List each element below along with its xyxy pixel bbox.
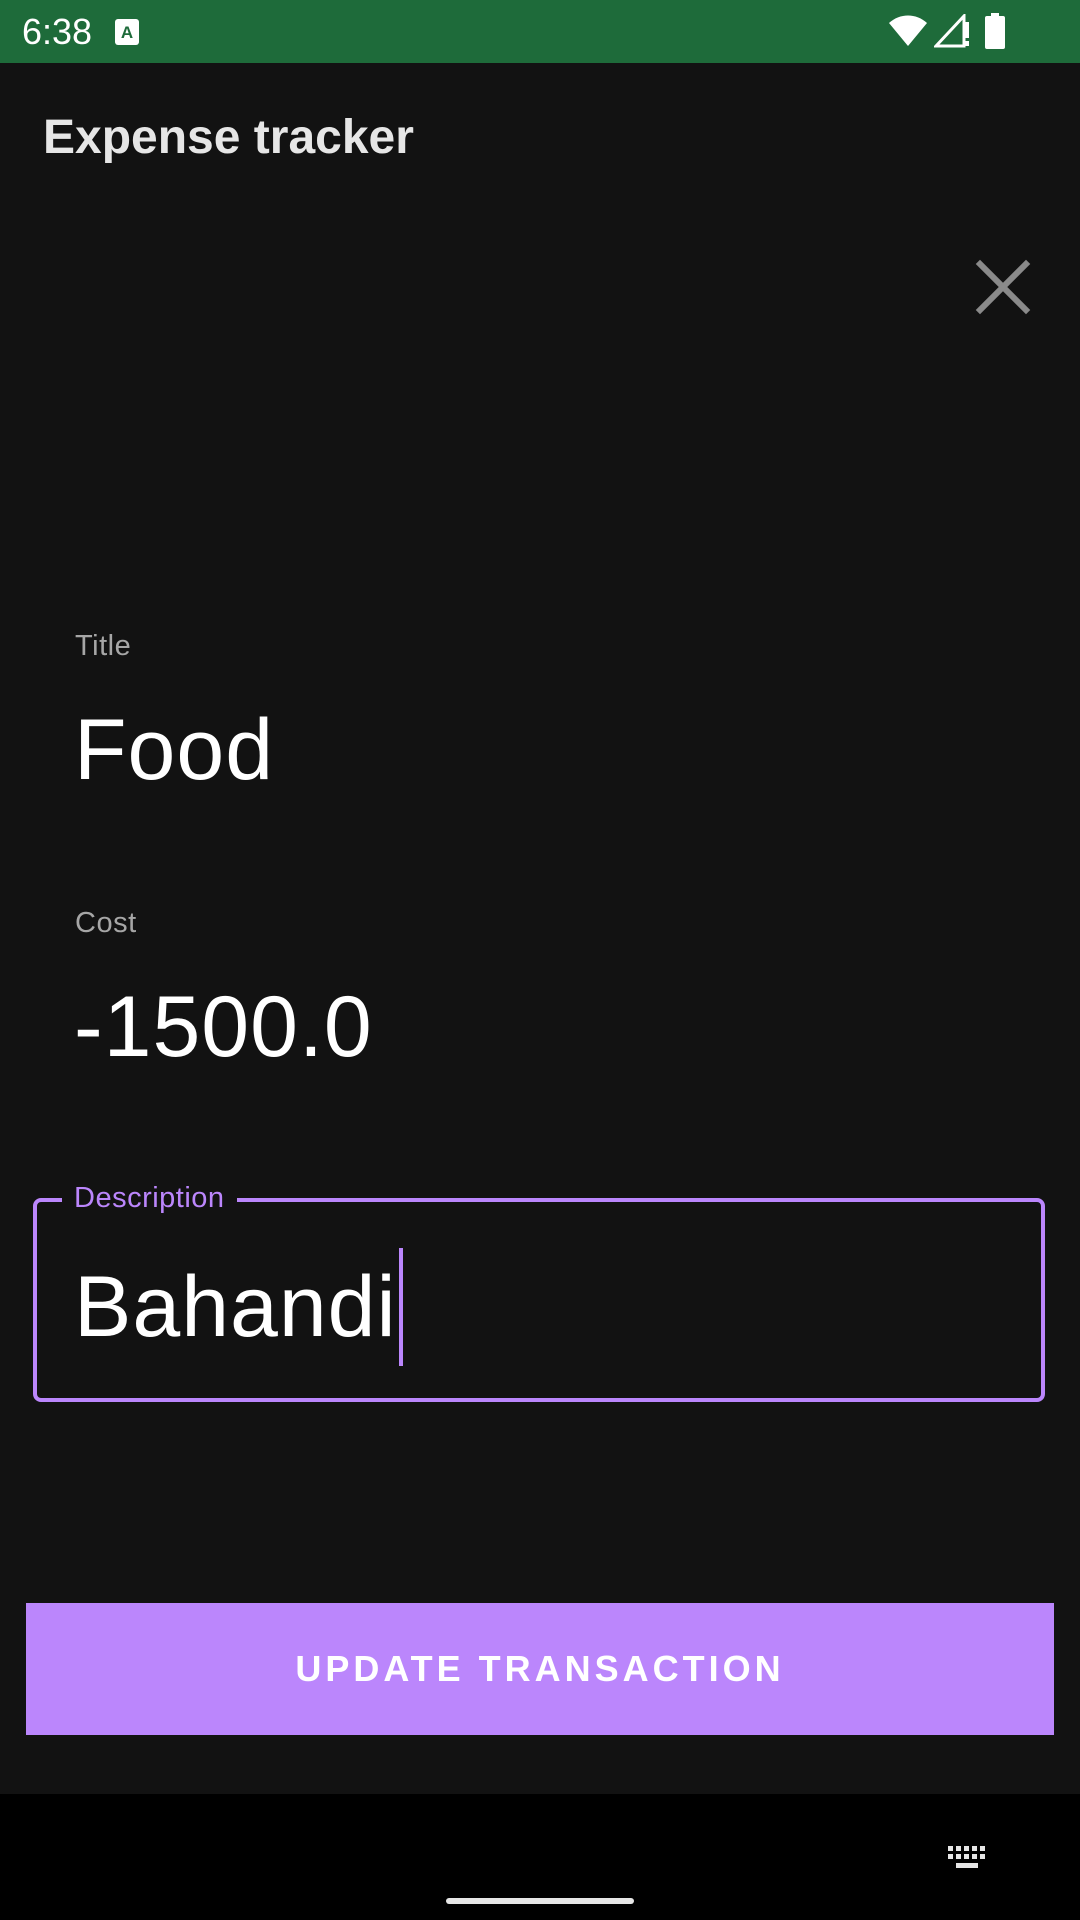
keyboard-icon[interactable] xyxy=(946,1844,988,1872)
text-cursor xyxy=(398,1248,403,1366)
description-field-label: Description xyxy=(62,1180,237,1216)
app-title: Expense tracker xyxy=(43,111,414,164)
cost-field[interactable]: -1500.0 xyxy=(74,977,373,1077)
description-input[interactable]: Bahandi xyxy=(74,1248,403,1366)
cost-field-label: Cost xyxy=(75,907,137,939)
status-time: 6:38 xyxy=(22,11,93,52)
close-icon[interactable] xyxy=(966,250,1040,324)
signal-icon xyxy=(934,14,969,48)
update-transaction-label: UPDATE TRANSACTION xyxy=(295,1648,785,1689)
svg-text:A: A xyxy=(121,23,133,42)
battery-icon xyxy=(985,13,1005,49)
title-field-label: Title xyxy=(75,630,132,662)
expense-edit-screen: 6:38 A Expense tracker Title Food Cost -… xyxy=(0,0,1080,1920)
title-field[interactable]: Food xyxy=(74,700,274,800)
description-value[interactable]: Bahandi xyxy=(74,1257,397,1357)
keyboard-input-a-icon: A xyxy=(115,19,139,45)
status-bar: 6:38 A xyxy=(0,0,1080,63)
home-handle[interactable] xyxy=(446,1898,634,1904)
navigation-bar xyxy=(0,1794,1080,1920)
wifi-icon xyxy=(889,15,927,46)
update-transaction-button[interactable]: UPDATE TRANSACTION xyxy=(26,1603,1054,1735)
